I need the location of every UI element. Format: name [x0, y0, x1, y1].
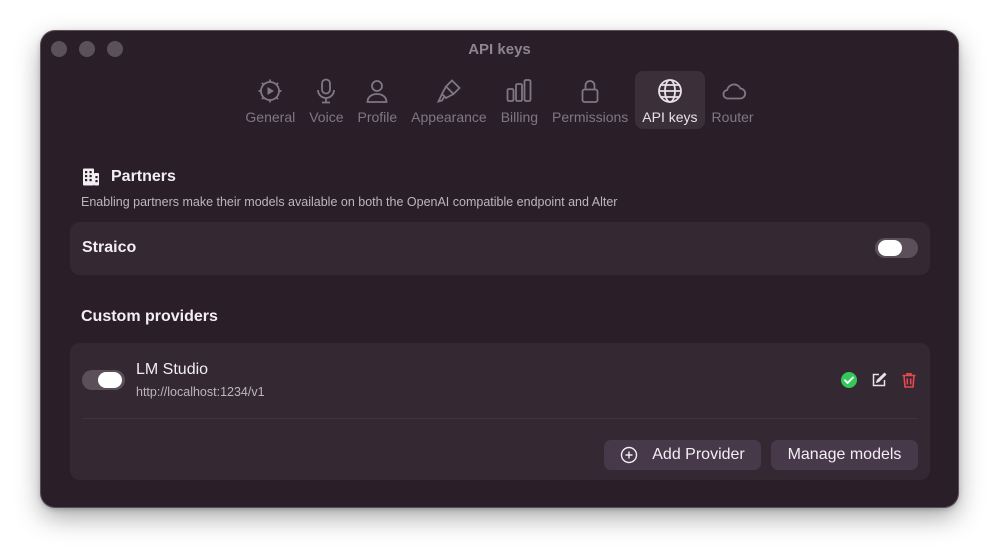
tab-permissions[interactable]: Permissions [545, 71, 635, 129]
tab-label: Router [711, 109, 754, 125]
divider [82, 418, 918, 419]
tab-label: API keys [642, 109, 698, 125]
partner-row-straico: Straico [70, 222, 930, 275]
provider-name: LM Studio [136, 361, 209, 378]
tab-api-keys[interactable]: API keys [635, 71, 705, 129]
tab-profile[interactable]: Profile [350, 71, 404, 129]
tab-billing[interactable]: Billing [494, 71, 545, 129]
settings-toolbar: General Voice Profile Appearance Billing… [41, 71, 958, 129]
partners-title: Partners [111, 168, 176, 185]
tab-general[interactable]: General [238, 71, 302, 129]
tab-label: General [245, 109, 296, 125]
provider-actions [840, 371, 918, 389]
person-icon [366, 80, 388, 103]
tab-label: Profile [357, 109, 398, 125]
add-provider-button[interactable]: Add Provider [604, 440, 761, 470]
toggle-knob [98, 372, 122, 388]
gear-play-icon [258, 79, 282, 103]
tab-appearance[interactable]: Appearance [404, 71, 494, 129]
paintbrush-icon [436, 79, 461, 103]
provider-url: http://localhost:1234/v1 [136, 385, 265, 399]
manage-models-label: Manage models [787, 446, 902, 463]
add-provider-label: Add Provider [652, 446, 745, 463]
bar-chart-icon [506, 79, 532, 102]
custom-providers-title: Custom providers [81, 308, 218, 325]
tab-label: Permissions [552, 109, 629, 125]
globe-icon [658, 79, 682, 103]
partners-header: Partners [81, 167, 176, 187]
microphone-icon [317, 78, 336, 104]
trash-icon[interactable] [900, 371, 918, 389]
building-icon [83, 168, 99, 186]
manage-models-button[interactable]: Manage models [771, 440, 918, 470]
lm-studio-toggle[interactable] [82, 370, 125, 390]
straico-toggle[interactable] [875, 238, 918, 258]
lock-icon [581, 80, 599, 103]
tab-voice[interactable]: Voice [302, 71, 350, 129]
edit-icon[interactable] [870, 371, 888, 389]
settings-window: API keys General Voice Profile Appearanc… [41, 31, 958, 507]
window-title: API keys [468, 41, 531, 58]
plus-circle-icon [621, 446, 638, 464]
check-circle-icon [841, 372, 857, 388]
tab-label: Voice [309, 109, 344, 125]
partner-name: Straico [82, 239, 137, 256]
partners-description: Enabling partners make their models avai… [81, 195, 618, 209]
tab-router[interactable]: Router [705, 71, 761, 129]
custom-providers-card: LM Studio http://localhost:1234/v1 Add P… [70, 343, 930, 480]
toggle-knob [878, 240, 902, 256]
cloud-icon [722, 83, 746, 100]
tab-label: Appearance [411, 109, 487, 125]
tab-label: Billing [500, 109, 539, 125]
